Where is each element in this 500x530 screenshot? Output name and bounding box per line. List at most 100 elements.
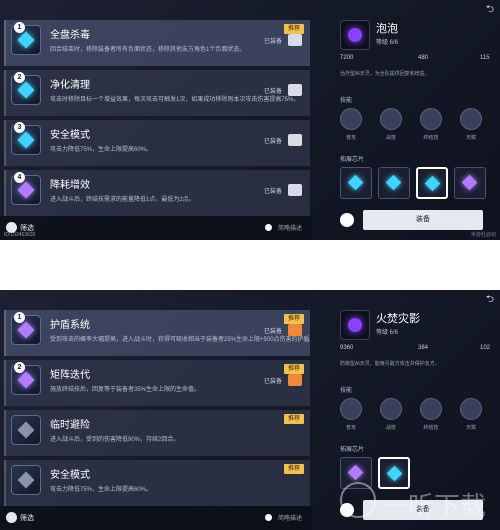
watermark-text: 米游社@刹 [470, 232, 496, 238]
hero-name: 火焚灾影 [376, 313, 420, 325]
chip-number: 4 [14, 172, 25, 183]
equipped-hero-icon [288, 34, 302, 46]
chip-title: 安全模式 [50, 470, 90, 481]
skill-icon[interactable] [340, 398, 362, 420]
chip-card[interactable]: 3 安全模式 攻击力降低75%，生命上限提高60%。 已装备 [4, 120, 310, 166]
chip-card[interactable]: 1 护盾系统 受到攻击的概率大幅提高，进入战斗时，获得可吸收相当于装备者25%生… [4, 310, 310, 356]
chip-description: 施放终结技后，回复等于装备者35%生命上限的生命值。 [50, 387, 201, 393]
equipped-status: 已装备 [263, 329, 282, 335]
chip-title: 降耗增效 [50, 180, 90, 191]
chip-title: 安全模式 [50, 130, 90, 141]
brief-description-label: 简略描述 [278, 516, 303, 522]
brief-toggle[interactable] [265, 514, 272, 521]
chip-description: 攻击力降低75%，生命上限提高60%。 [50, 147, 153, 153]
equip-button[interactable]: 装备 [363, 210, 483, 230]
skill-icon[interactable] [460, 108, 482, 130]
chip-icon: 4 [11, 172, 41, 205]
recommend-badge: 推荐 [283, 24, 304, 34]
chip-title: 护盾系统 [50, 320, 90, 331]
chip-description: 受到攻击的概率大幅提高，进入战斗时，获得可吸收相当于装备者25%生命上限+500… [50, 337, 310, 343]
chip-description: 回合结束时，移除装备者所有负面状态，移除其他友方角色1个负面状态。 [50, 47, 246, 53]
chip-description: 进入战斗后，受到的伤害降低90%，持续2回合。 [50, 437, 180, 443]
chip-icon: 1 [11, 312, 41, 345]
equipped-hero-icon [288, 84, 302, 96]
chip-description: 进入战斗后，终结技需求的能量降低1点，最低为2点。 [50, 197, 195, 203]
hero-avatar [340, 310, 370, 340]
chip-panel-top: 1 全盘杀毒 回合结束时，移除装备者所有负面状态，移除其他友方角色1个负面状态。… [0, 0, 500, 240]
hero-stats: 9360 384 102 [340, 345, 500, 355]
recommend-badge: 推荐 [283, 364, 304, 374]
chip-card[interactable]: 2 矩阵迭代 施放终结技后，回复等于装备者35%生命上限的生命值。 推荐 已装备 [4, 360, 310, 406]
chips-label: 拓展芯片 [340, 447, 365, 453]
chip-title: 矩阵迭代 [50, 370, 90, 381]
hero-avatar [340, 20, 370, 50]
chip-card[interactable]: 2 净化清理 攻击时移除目标一个增益效果，每次攻击可触发1次，如果成功移除则本次… [4, 70, 310, 116]
filter-icon[interactable] [6, 512, 17, 523]
brief-description-label: 简略描述 [278, 226, 303, 232]
skill-label: 战技 [385, 135, 396, 141]
skill-icon[interactable] [420, 108, 442, 130]
equipped-hero-icon [288, 374, 302, 386]
recommend-badge: 推荐 [283, 314, 304, 324]
stat-atk: 480 [418, 55, 429, 61]
list-bottom-bar: 筛选 简略描述 ID:102453635 [0, 216, 312, 240]
chip-slot[interactable] [454, 167, 486, 199]
skill-label: 战技 [385, 425, 396, 431]
chip-title: 临时避险 [50, 420, 90, 431]
stat-atk: 384 [418, 345, 429, 351]
brief-toggle[interactable] [265, 224, 272, 231]
equipped-hero-icon [288, 184, 302, 196]
skill-icon[interactable] [380, 108, 402, 130]
chip-icon: 3 [11, 122, 41, 155]
chip-icon: 1 [11, 22, 41, 55]
chip-number: 2 [14, 72, 25, 83]
hero-name: 泡泡 [376, 23, 398, 35]
hero-detail: ⮌ 泡泡 等级 6/6 7200 480 115 治疗型AI天灵，为全队提供回复… [318, 0, 500, 240]
chip-icon: 2 [11, 72, 41, 105]
site-watermark: 一听下载 [340, 462, 500, 530]
skill-label: 普攻 [345, 425, 356, 431]
hero-description: 防御型AI天灵，能吸引敌方攻击并保护友方。 [340, 361, 440, 367]
skill-icon[interactable] [460, 398, 482, 420]
back-icon[interactable]: ⮌ [486, 292, 494, 309]
recommend-badge: 推荐 [283, 464, 304, 474]
chip-title: 全盘杀毒 [50, 30, 90, 41]
equipped-hero-icon [288, 324, 302, 336]
chip-card[interactable]: 安全模式 攻击力降低75%，生命上限提高60%。 推荐 [4, 460, 310, 506]
skill-icon[interactable] [380, 398, 402, 420]
skills-label: 技能 [340, 388, 353, 394]
skill-icon[interactable] [420, 398, 442, 420]
chip-slot-selected[interactable] [416, 167, 448, 199]
chip-icon [11, 465, 41, 495]
chip-card[interactable]: 1 全盘杀毒 回合结束时，移除装备者所有负面状态，移除其他友方角色1个负面状态。… [4, 20, 310, 66]
hero-stats: 7200 480 115 [340, 55, 500, 65]
equipped-status: 已装备 [263, 379, 282, 385]
chip-card[interactable]: 临时避险 进入战斗后，受到的伤害降低90%，持续2回合。 推荐 [4, 410, 310, 456]
filter-label[interactable]: 筛选 [20, 513, 34, 523]
hero-level: 等级 6/6 [376, 330, 399, 336]
stat-hp: 9360 [340, 345, 354, 351]
chip-number: 3 [14, 122, 25, 133]
user-id: ID:102453635 [4, 232, 36, 238]
chip-slot[interactable] [340, 167, 372, 199]
chip-description: 攻击力降低75%，生命上限提高60%。 [50, 487, 153, 493]
equipped-status: 已装备 [263, 189, 282, 195]
chip-icon: 2 [11, 362, 41, 395]
chip-number: 2 [14, 362, 25, 373]
equipped-hero-icon [288, 134, 302, 146]
hero-description: 治疗型AI天灵，为全队提供回复和增益。 [340, 71, 430, 77]
stat-hp: 7200 [340, 55, 354, 61]
back-icon[interactable]: ⮌ [486, 2, 494, 19]
chip-description: 攻击时移除目标一个增益效果，每次攻击可触发1次，如果成功移除则本次攻击伤害提高7… [50, 97, 300, 103]
hero-level: 等级 6/6 [376, 40, 399, 46]
chip-card[interactable]: 4 降耗增效 进入战斗后，终结技需求的能量降低1点，最低为2点。 已装备 [4, 170, 310, 216]
chips-label: 拓展芯片 [340, 157, 365, 163]
skill-label: 天赋 [465, 425, 476, 431]
swap-icon[interactable] [340, 213, 354, 227]
chip-slot[interactable] [378, 167, 410, 199]
skills-label: 技能 [340, 98, 353, 104]
watermark-logo-icon [340, 482, 376, 518]
stat-speed: 102 [480, 345, 491, 351]
recommend-badge: 推荐 [283, 414, 304, 424]
skill-icon[interactable] [340, 108, 362, 130]
